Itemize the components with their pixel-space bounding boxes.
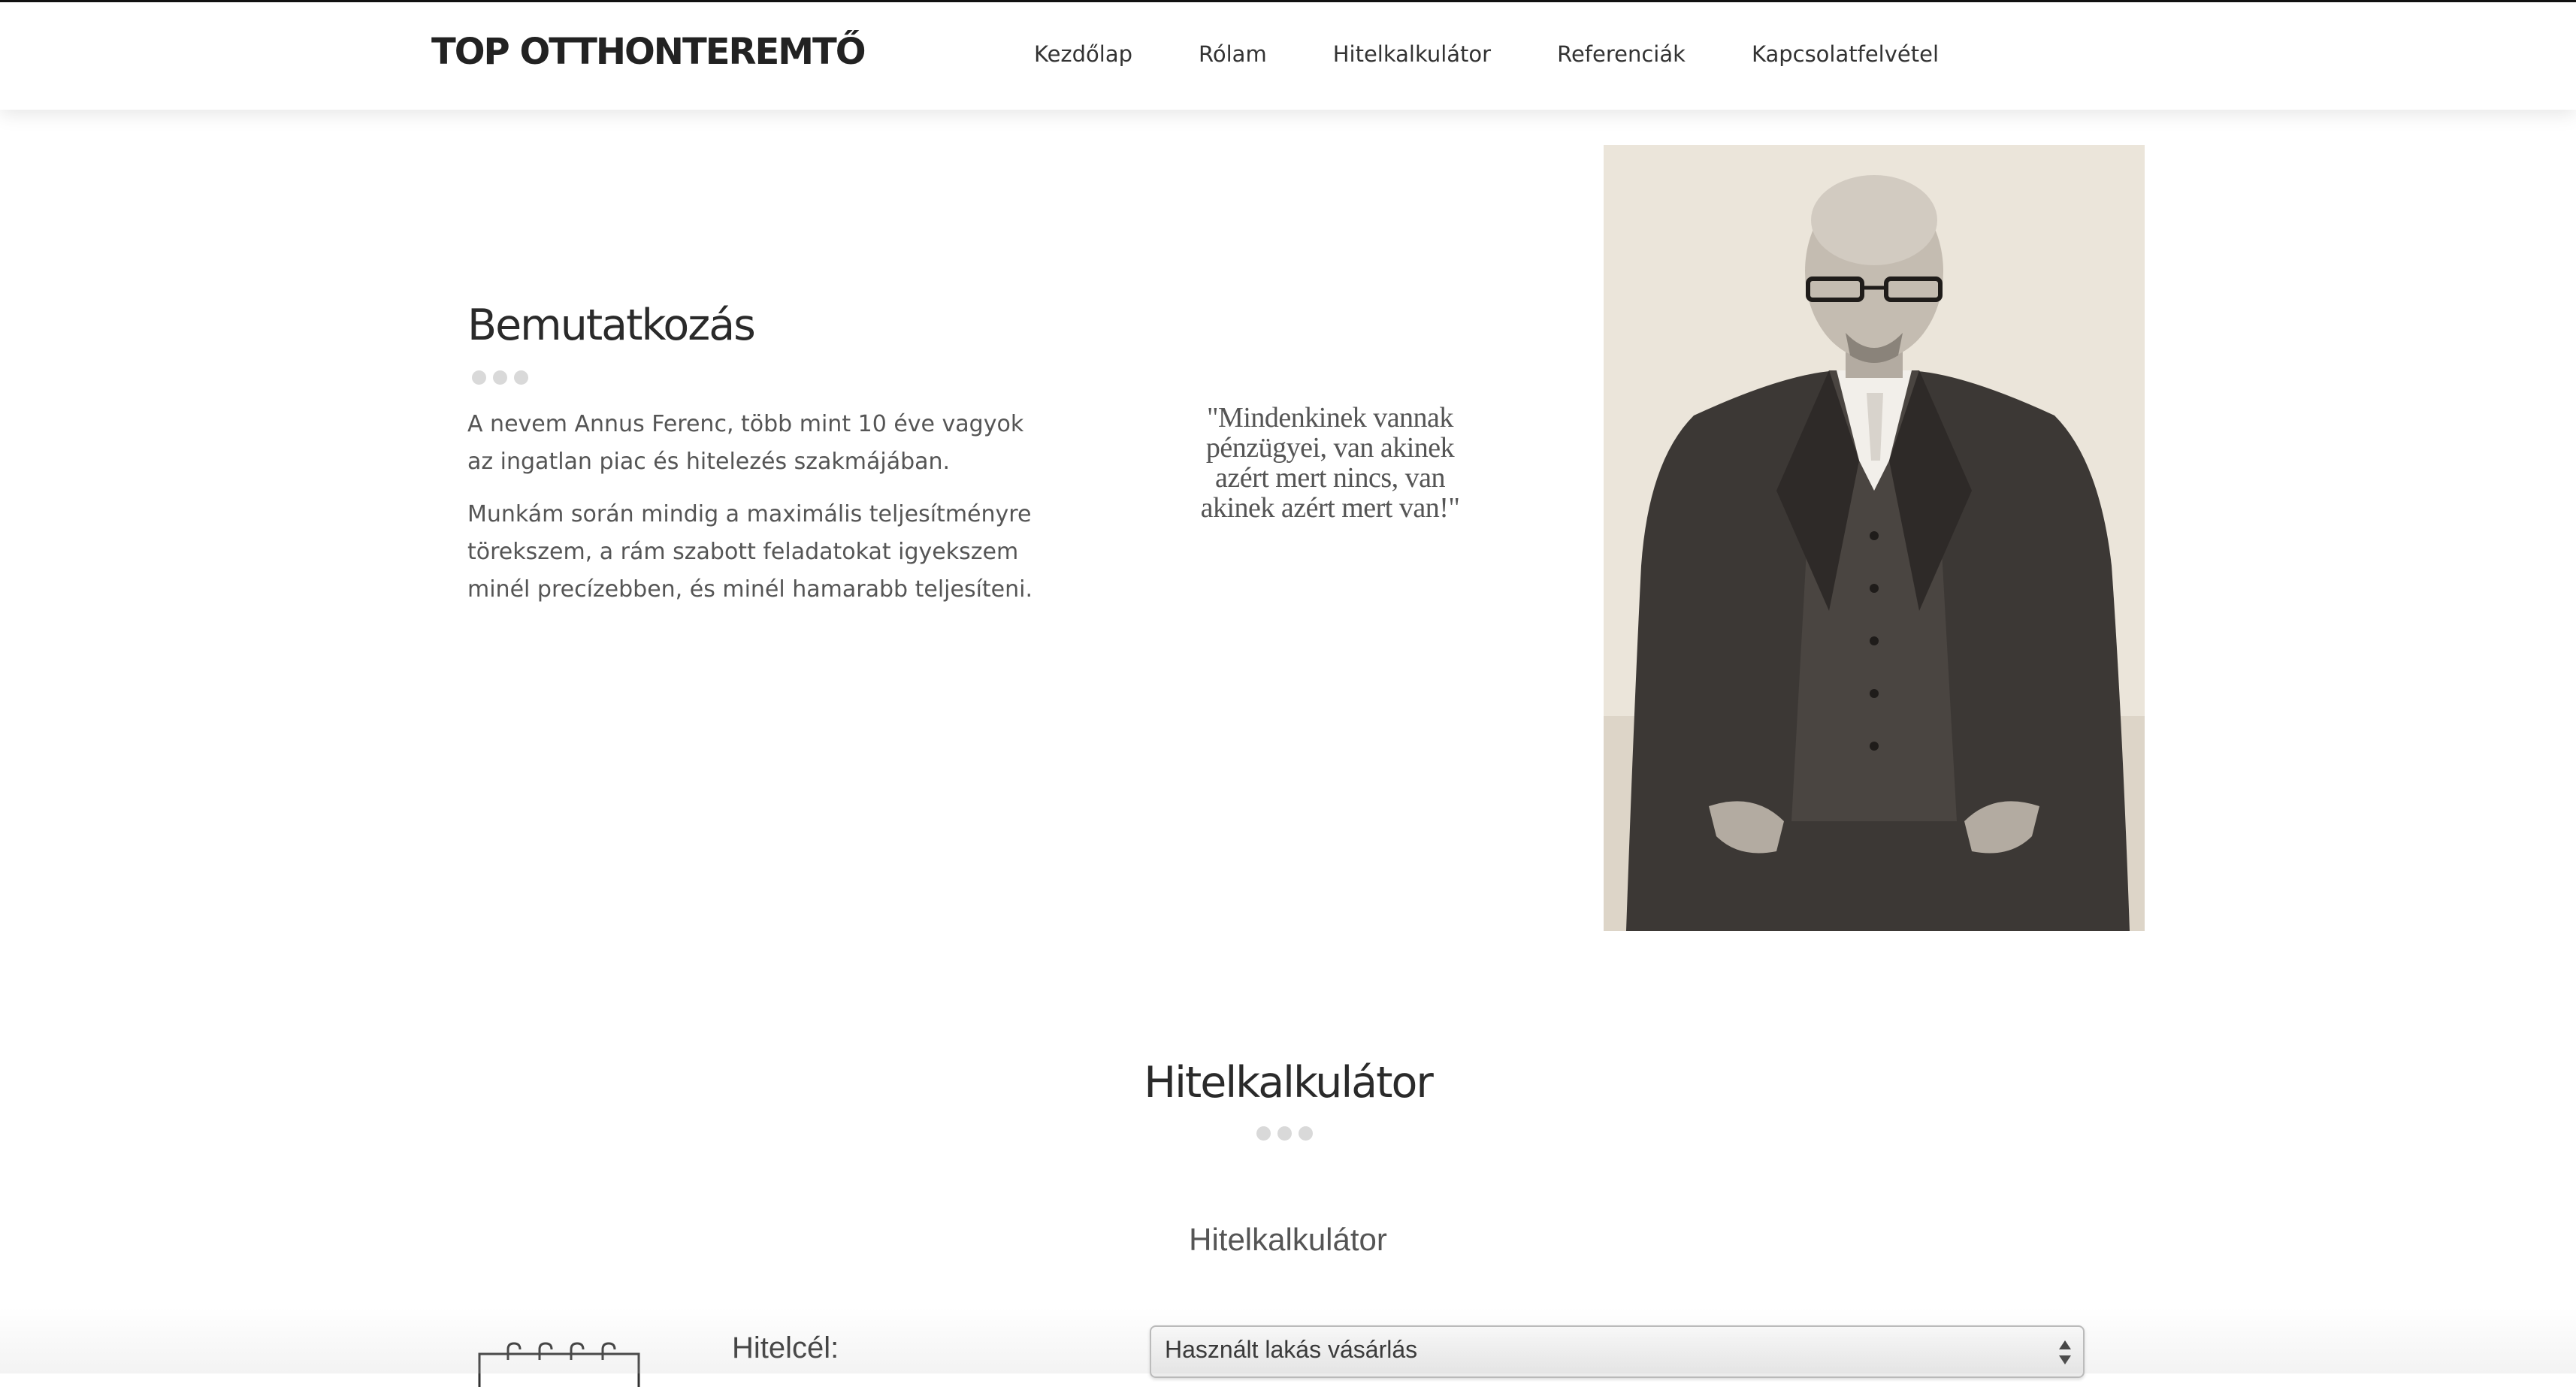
divider-dot: [514, 370, 528, 385]
loan-purpose-selected-value: Használt lakás vásárlás: [1165, 1336, 1418, 1363]
calendar-icon: [478, 1342, 640, 1387]
calculator-divider-dots: [1256, 1126, 1313, 1141]
quote-text: "Mindenkinek vannak pénzügyei, van akine…: [1200, 402, 1460, 524]
divider-dot: [1299, 1126, 1313, 1141]
nav-item-kapcsolat: Kapcsolatfelvétel: [1752, 41, 2005, 67]
nav-link-hitelkalkulator[interactable]: Hitelkalkulátor: [1333, 41, 1491, 67]
loan-purpose-label: Hitelcél:: [732, 1331, 839, 1364]
divider-dot: [1277, 1126, 1292, 1141]
divider-dot: [1256, 1126, 1271, 1141]
intro-title: Bemutatkozás: [467, 301, 756, 350]
man-in-suit-photo-icon: [1604, 145, 2145, 931]
site-header: TOP OTTHONTEREMTŐ Kezdőlap Rólam Hitelka…: [0, 0, 2576, 110]
loan-purpose-select[interactable]: Használt lakás vásárlás: [1150, 1325, 2085, 1378]
nav-link-rolam[interactable]: Rólam: [1199, 41, 1267, 67]
calculator-subheading: Hitelkalkulátor: [1189, 1222, 1387, 1257]
title-divider-dots: [472, 370, 528, 385]
updown-arrows-icon: [2057, 1339, 2073, 1366]
nav-item-referenciak: Referenciák: [1557, 41, 1752, 67]
nav-item-hitelkalkulator: Hitelkalkulátor: [1333, 41, 1557, 67]
intro-text: A nevem Annus Ferenc, több mint 10 éve v…: [467, 406, 1039, 624]
nav-link-referenciak[interactable]: Referenciák: [1557, 41, 1686, 67]
nav-item-kezdolap: Kezdőlap: [1034, 41, 1199, 67]
nav-link-kezdolap[interactable]: Kezdőlap: [1034, 41, 1132, 67]
brand-logo[interactable]: TOP OTTHONTEREMTŐ: [431, 31, 866, 73]
divider-dot: [472, 370, 486, 385]
main-nav: Kezdőlap Rólam Hitelkalkulátor Referenci…: [1034, 41, 2005, 67]
nav-item-rolam: Rólam: [1199, 41, 1333, 67]
portrait-image: [1604, 145, 2145, 931]
intro-paragraph: Munkám során mindig a maximális teljesít…: [467, 501, 1033, 603]
calculator-heading: Hitelkalkulátor: [1144, 1058, 1434, 1107]
nav-link-kapcsolatfelvetel[interactable]: Kapcsolatfelvétel: [1752, 41, 1939, 67]
divider-dot: [493, 370, 507, 385]
intro-paragraph: A nevem Annus Ferenc, több mint 10 éve v…: [467, 411, 1024, 475]
